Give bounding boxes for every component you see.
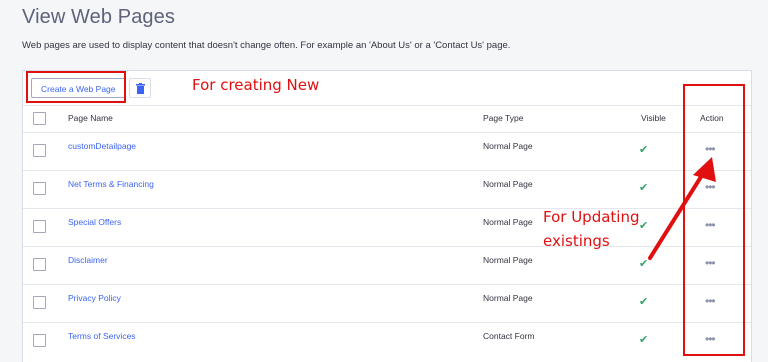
- page: View Web Pages Web pages are used to dis…: [0, 0, 768, 362]
- annotation-arrow: [648, 157, 716, 260]
